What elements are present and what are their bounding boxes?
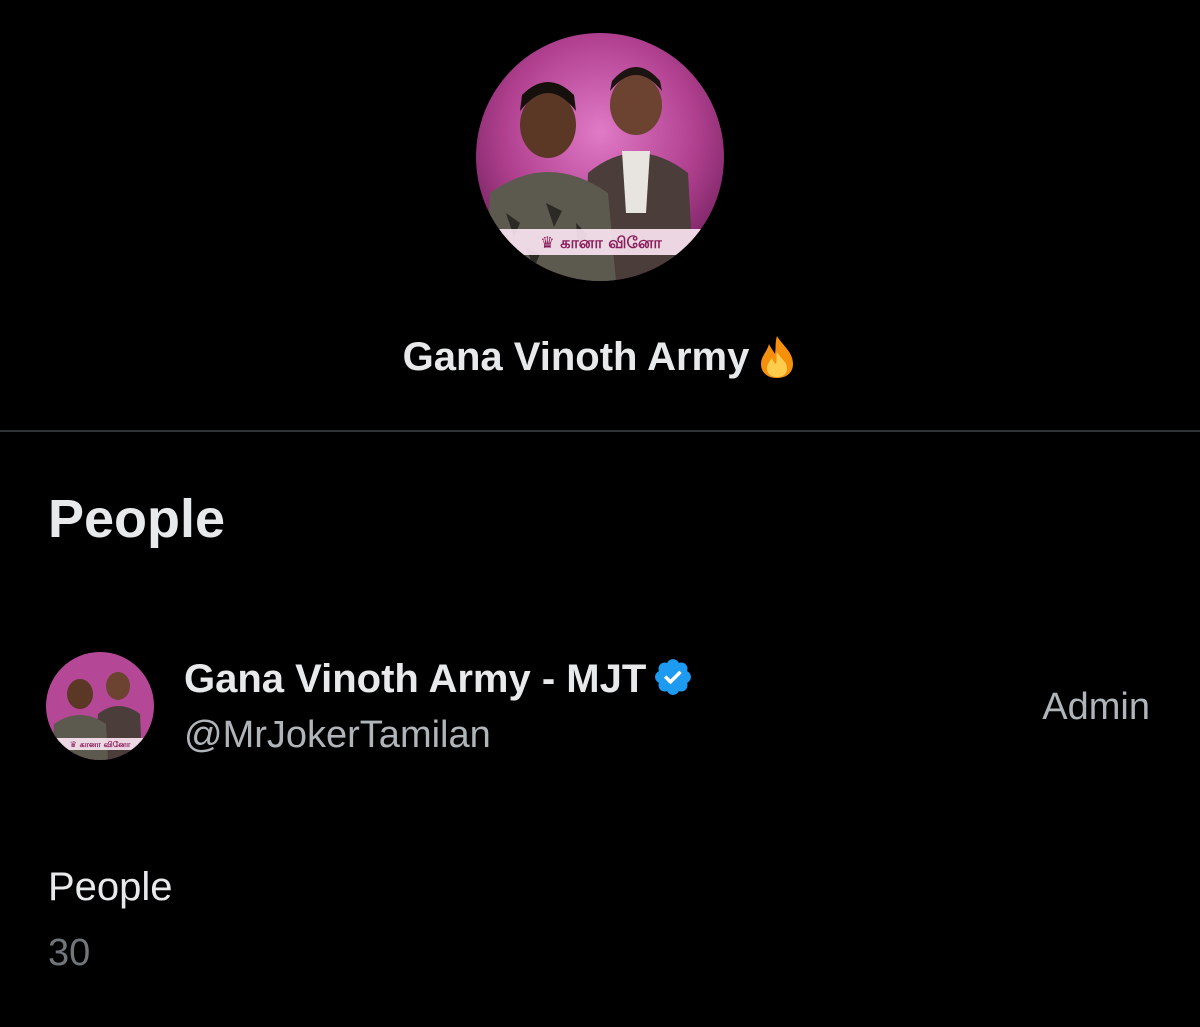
member-avatar-image: ♛ கானா வினோ [46, 652, 154, 760]
svg-text:♛ கானா வினோ: ♛ கானா வினோ [70, 740, 132, 749]
people-section-heading: People [48, 489, 226, 549]
fire-icon [757, 334, 797, 378]
verified-badge-icon [652, 656, 694, 698]
member-row[interactable]: ♛ கானா வினோ Gana Vinoth Army - MJT @MrJo… [0, 640, 1200, 770]
member-role-badge: Admin [1042, 686, 1150, 728]
community-avatar-image: ♛ கானா வினோ [476, 33, 724, 281]
people-count-label: People [48, 865, 173, 909]
section-divider [0, 430, 1200, 432]
community-header: ♛ கானா வினோ Gana Vinoth Army [0, 0, 1200, 430]
community-avatar[interactable]: ♛ கானா வினோ [476, 33, 724, 281]
member-handle[interactable]: @MrJokerTamilan [184, 710, 491, 760]
people-count-value: 30 [48, 932, 91, 974]
member-name-text: Gana Vinoth Army - MJT [184, 657, 647, 701]
avatar-caption: ♛ கானா வினோ [540, 233, 662, 252]
member-name[interactable]: Gana Vinoth Army - MJT [184, 654, 694, 704]
member-avatar[interactable]: ♛ கானா வினோ [46, 652, 154, 760]
community-title: Gana Vinoth Army [0, 330, 1200, 384]
community-title-text: Gana Vinoth Army [402, 335, 750, 379]
